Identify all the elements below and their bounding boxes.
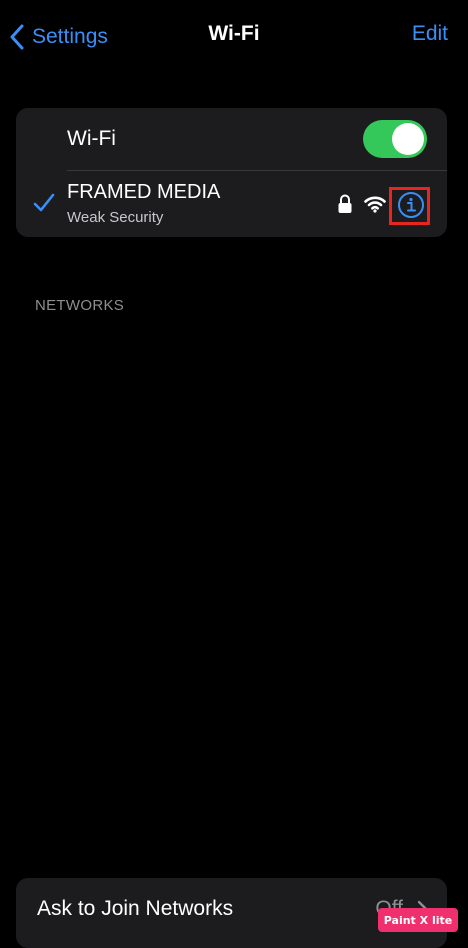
- wifi-signal-icon: [364, 195, 386, 213]
- edit-button[interactable]: Edit: [412, 22, 448, 46]
- watermark-badge: Paint X lite: [378, 908, 458, 932]
- networks-section-header: NETWORKS: [35, 297, 125, 314]
- network-name: FRAMED MEDIA: [67, 181, 221, 203]
- navigation-bar: Settings Wi-Fi Edit: [0, 0, 468, 72]
- connected-network-row[interactable]: FRAMED MEDIA Weak Security: [16, 171, 447, 237]
- lock-icon: [337, 193, 353, 215]
- wifi-toggle-row: Wi-Fi: [16, 108, 447, 170]
- ask-to-join-label: Ask to Join Networks: [37, 897, 234, 920]
- network-security-label: Weak Security: [67, 209, 164, 226]
- checkmark-icon: [32, 191, 56, 215]
- wifi-toggle-switch[interactable]: [363, 120, 427, 158]
- page-title: Wi-Fi: [208, 22, 260, 45]
- wifi-toggle-label: Wi-Fi: [67, 127, 116, 150]
- wifi-group: Wi-Fi FRAMED MEDIA Weak Security: [16, 108, 447, 237]
- toggle-knob: [392, 123, 424, 155]
- info-icon[interactable]: [397, 191, 425, 219]
